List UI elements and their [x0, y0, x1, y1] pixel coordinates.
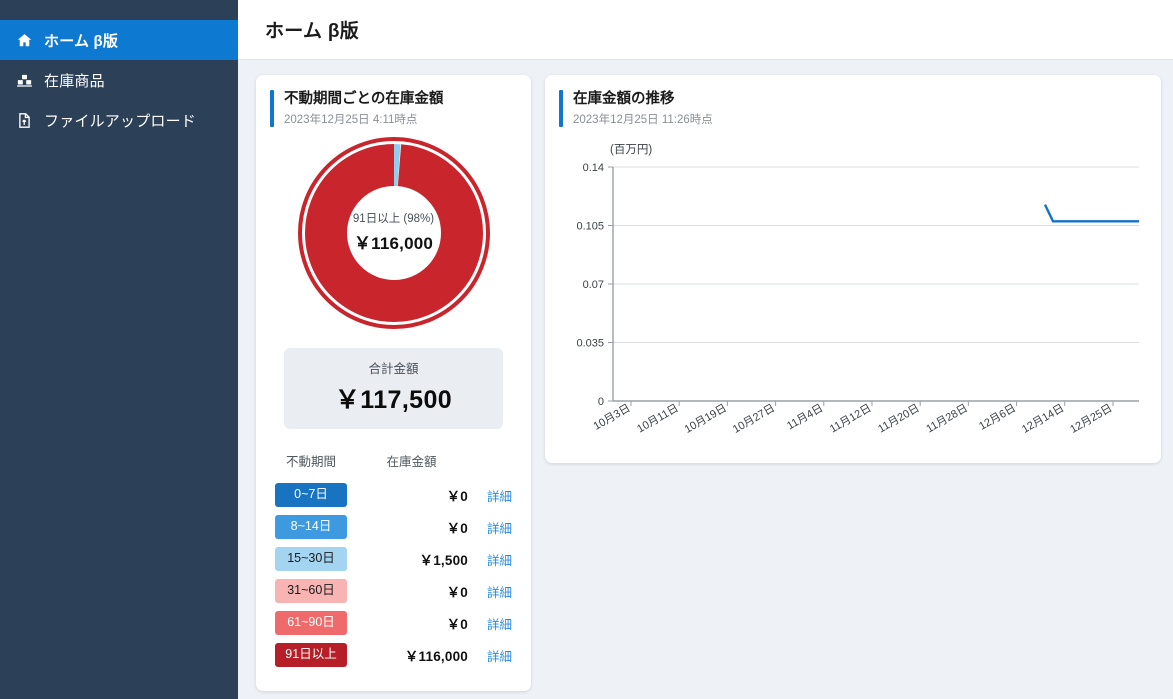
column-header-amount: 在庫金額: [386, 455, 437, 469]
accent-bar: [559, 90, 563, 127]
detail-link[interactable]: 詳細: [478, 646, 512, 665]
table-row: 31~60日 ￥0 詳細: [275, 575, 512, 607]
period-badge: 8~14日: [275, 515, 347, 539]
x-axis-tick-label: 10月27日: [731, 402, 777, 436]
trend-card-timestamp: 2023年12月25日 11:26時点: [573, 114, 713, 126]
sidebar-item-inventory-label: 在庫商品: [44, 72, 105, 90]
y-axis-tick-label: 0.07: [583, 279, 604, 291]
detail-link[interactable]: 詳細: [478, 614, 512, 633]
y-axis-tick-label: 0.14: [583, 162, 604, 174]
home-icon: [16, 32, 33, 49]
inventory-trend-card: 在庫金額の推移 2023年12月25日 11:26時点 (百万円) 0 0.035 0…: [545, 75, 1161, 463]
row-amount: ￥0: [446, 617, 468, 632]
row-amount: ￥0: [446, 489, 468, 504]
period-badge: 15~30日: [275, 547, 347, 571]
row-amount: ￥0: [446, 585, 468, 600]
x-axis-tick-label: 11月28日: [924, 402, 970, 435]
trend-line-chart[interactable]: (百万円) 0 0.035 0.07 0.105 0.14 10月3日 10月11日 10月19…: [557, 139, 1149, 449]
total-amount-label: 合計金額: [368, 362, 419, 376]
detail-link[interactable]: 詳細: [478, 582, 512, 601]
table-row: 61~90日 ￥0 詳細: [275, 607, 512, 639]
detail-link[interactable]: 詳細: [478, 550, 512, 569]
trend-line-chart-svg: (百万円)00.0350.070.1050.1410月3日 10月11日 10月19…: [576, 144, 1139, 436]
inventory-aging-card: 不動期間ごとの在庫金額 2023年12月25日 4:11時点 91日以上 (98…: [256, 75, 531, 691]
x-axis-tick-label: 11月4日: [785, 402, 825, 432]
donut-chart[interactable]: 91日以上 (98%) ￥116,000: [296, 135, 492, 331]
aging-table: 不動期間 在庫金額 0~7日 ￥0 詳細 8~14日 ￥0 詳細 15~30日 ￥1,500 詳…: [275, 451, 512, 671]
period-badge: 31~60日: [275, 579, 347, 603]
app-root: ホーム β版 在庫商品 ファイルアップロード ホーム β版 不動期間ごとの在庫金…: [0, 0, 1173, 699]
table-row: 15~30日 ￥1,500 詳細: [275, 543, 512, 575]
row-amount: ￥116,000: [404, 649, 468, 664]
y-axis-tick-label: 0.105: [576, 221, 604, 233]
trend-card-title: 在庫金額の推移: [573, 91, 675, 107]
table-row: 91日以上 ￥116,000 詳細: [275, 639, 512, 671]
row-amount: ￥1,500: [419, 553, 468, 568]
inventory-card-title: 不動期間ごとの在庫金額: [284, 91, 444, 107]
x-axis-tick-label: 12月14日: [1020, 402, 1066, 436]
y-axis-tick-label: 0: [598, 396, 604, 408]
x-axis-tick-label: 12月6日: [977, 402, 1018, 433]
donut-center-label-group: 91日以上 (98%) ￥116,000: [296, 135, 492, 331]
page-title: ホーム β版: [265, 21, 360, 42]
sidebar-item-home[interactable]: ホーム β版: [0, 20, 238, 60]
main-area: ホーム β版 不動期間ごとの在庫金額 2023年12月25日 4:11時点 91…: [238, 0, 1173, 699]
sidebar-item-file-upload-label: ファイルアップロード: [44, 112, 197, 130]
aging-table-header: 不動期間 在庫金額: [275, 451, 512, 479]
sidebar-item-inventory[interactable]: 在庫商品: [0, 60, 238, 100]
donut-chart-wrapper: 91日以上 (98%) ￥116,000: [256, 135, 531, 331]
column-header-period: 不動期間: [285, 455, 336, 469]
detail-link[interactable]: 詳細: [478, 486, 512, 505]
top-bar: ホーム β版: [238, 0, 1173, 60]
detail-link[interactable]: 詳細: [478, 518, 512, 537]
trend-line-series: [1043, 204, 1139, 223]
y-axis-unit-label: (百万円): [610, 144, 652, 156]
warehouse-icon: [16, 72, 33, 89]
donut-center-value: ￥116,000: [353, 234, 434, 253]
period-badge: 0~7日: [275, 483, 347, 507]
x-axis-tick-label: 12月25日: [1068, 402, 1114, 436]
total-amount-value: ￥117,500: [334, 386, 453, 414]
row-amount: ￥0: [446, 521, 468, 536]
sidebar: ホーム β版 在庫商品 ファイルアップロード: [0, 0, 238, 699]
content-area: 不動期間ごとの在庫金額 2023年12月25日 4:11時点 91日以上 (98…: [238, 60, 1173, 699]
x-axis-tick-label: 11月12日: [828, 402, 874, 435]
file-upload-icon: [16, 112, 33, 129]
period-badge: 61~90日: [275, 611, 347, 635]
period-badge: 91日以上: [275, 643, 347, 667]
total-amount-box: 合計金額 ￥117,500: [284, 348, 503, 429]
table-row: 0~7日 ￥0 詳細: [275, 479, 512, 511]
x-axis-tick-label: 10月11日: [635, 402, 681, 435]
sidebar-item-file-upload[interactable]: ファイルアップロード: [0, 100, 238, 140]
aging-table-body: 0~7日 ￥0 詳細 8~14日 ￥0 詳細 15~30日 ￥1,500 詳細 31~60日 ￥0 詳…: [275, 479, 512, 671]
x-axis-tick-label: 11月20日: [876, 402, 922, 435]
sidebar-item-home-label: ホーム β版: [44, 32, 119, 50]
inventory-card-timestamp: 2023年12月25日 4:11時点: [284, 114, 418, 126]
inventory-card-header: 不動期間ごとの在庫金額 2023年12月25日 4:11時点: [256, 75, 531, 127]
x-axis-tick-label: 10月19日: [683, 402, 729, 436]
y-axis-tick-label: 0.035: [576, 338, 604, 350]
table-row: 8~14日 ￥0 詳細: [275, 511, 512, 543]
donut-center-label: 91日以上 (98%): [352, 213, 435, 225]
trend-card-header: 在庫金額の推移 2023年12月25日 11:26時点: [545, 75, 1161, 127]
accent-bar: [270, 90, 274, 127]
